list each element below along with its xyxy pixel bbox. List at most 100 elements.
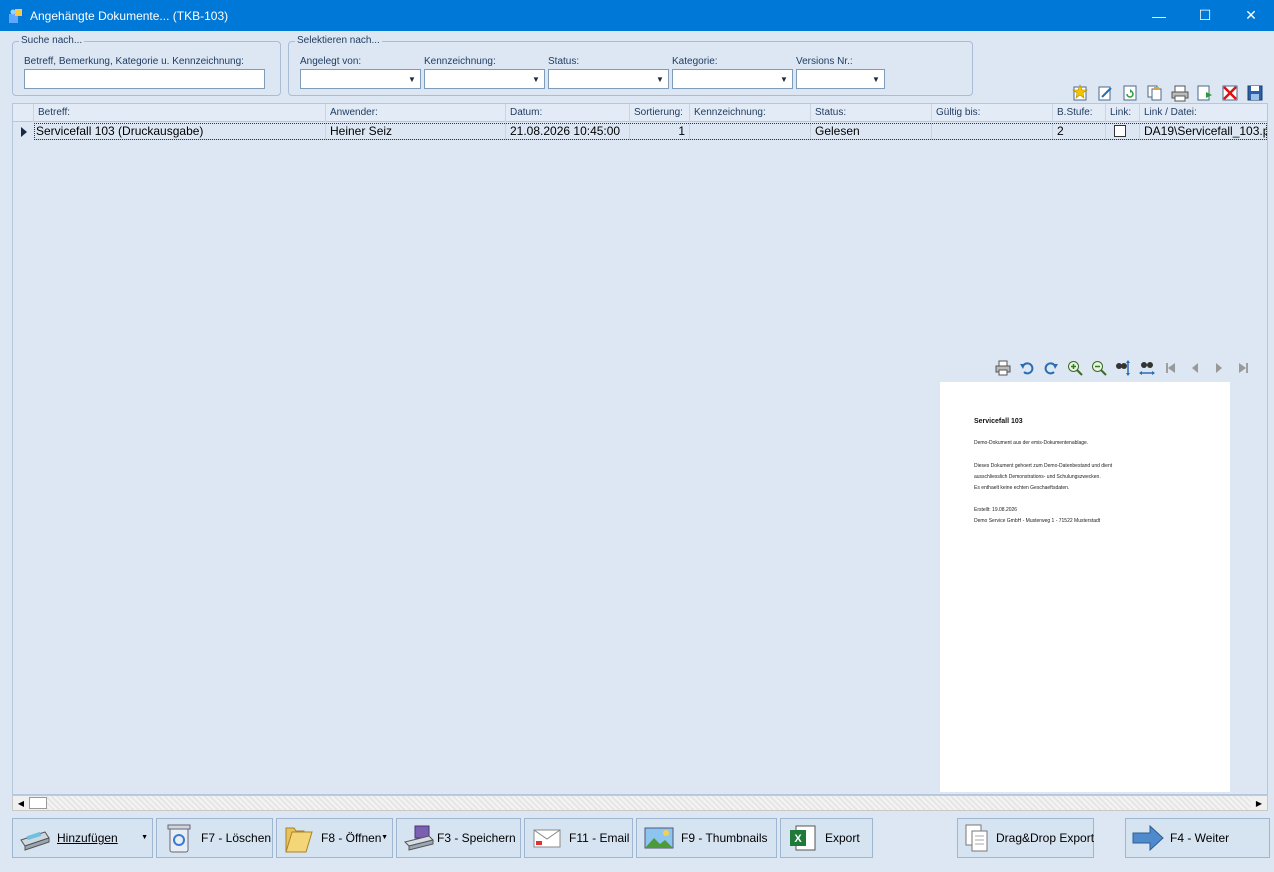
zoom-in-icon[interactable] (1064, 358, 1086, 378)
cell-datum[interactable]: 21.08.2026 10:45:00 (506, 123, 630, 140)
print-icon[interactable] (992, 358, 1014, 378)
copy-icon[interactable] (1144, 82, 1166, 104)
export-button-label: Export (825, 831, 860, 845)
svg-text:X: X (794, 833, 802, 845)
scroll-left-icon[interactable]: ◀ (13, 796, 29, 810)
document-preview[interactable]: Servicefall 103 Demo-Dokument aus der em… (940, 382, 1230, 792)
scroll-thumb[interactable] (29, 797, 47, 809)
column-header-datei[interactable]: Link / Datei: (1140, 104, 1267, 122)
export-button[interactable]: X Export (780, 818, 873, 858)
thumbnails-button[interactable]: F9 - Thumbnails (636, 818, 777, 858)
next-page-icon[interactable] (1208, 358, 1230, 378)
column-header-betreff[interactable]: Betreff: (34, 104, 326, 122)
chevron-down-icon[interactable]: ▼ (141, 834, 148, 841)
search-field-label: Betreff, Bemerkung, Kategorie u. Kennzei… (24, 56, 244, 67)
column-header-link[interactable]: Link: (1106, 104, 1140, 122)
status-combo[interactable]: ▼ (548, 69, 669, 89)
row-selected-arrow-icon (13, 123, 34, 140)
cell-link[interactable] (1106, 123, 1140, 140)
angelegt-label: Angelegt von: (300, 56, 362, 67)
envelope-icon (531, 822, 563, 854)
open-button-label: F8 - Öffnen (321, 831, 382, 845)
delete-button-label: F7 - Löschen (201, 831, 272, 845)
save-button[interactable]: F3 - Speichern (396, 818, 521, 858)
delete-icon[interactable] (1219, 82, 1241, 104)
kategorie-combo[interactable]: ▼ (672, 69, 793, 89)
add-button[interactable]: Hinzufügen ▼ (12, 818, 153, 858)
save-icon[interactable] (1244, 82, 1266, 104)
cell-status[interactable]: Gelesen (811, 123, 932, 140)
kennzeichnung-combo[interactable]: ▼ (424, 69, 545, 89)
fit-width-icon[interactable] (1136, 358, 1158, 378)
refresh-icon[interactable] (1119, 82, 1141, 104)
scanner-icon (19, 822, 51, 854)
cell-gueltig[interactable] (932, 123, 1053, 140)
preview-line: Demo Service GmbH - Musterweg 1 - 71522 … (974, 518, 1101, 524)
chevron-down-icon[interactable]: ▼ (868, 70, 884, 88)
column-header-datum[interactable]: Datum: (506, 104, 630, 122)
version-label: Versions Nr.: (796, 56, 853, 67)
chevron-down-icon[interactable]: ▼ (404, 70, 420, 88)
column-header-anwender[interactable]: Anwender: (326, 104, 506, 122)
scroll-track[interactable] (47, 796, 1251, 810)
search-group: Suche nach... Betreff, Bemerkung, Katego… (12, 35, 281, 96)
angelegt-combo[interactable]: ▼ (300, 69, 421, 89)
rotate-right-icon[interactable] (1040, 358, 1062, 378)
rotate-left-icon[interactable] (1016, 358, 1038, 378)
open-button[interactable]: F8 - Öffnen ▼ (276, 818, 393, 858)
edit-icon[interactable] (1094, 82, 1116, 104)
preview-line: Demo-Dokument aus der emis-Dokumentenabl… (974, 440, 1089, 446)
column-header-kennzeichnung[interactable]: Kennzeichnung: (690, 104, 811, 122)
documents-icon (964, 822, 990, 854)
add-button-label: Hinzufügen (57, 831, 118, 845)
previous-page-icon[interactable] (1184, 358, 1206, 378)
cell-kennzeichnung[interactable] (690, 123, 811, 140)
drag-drop-export-button[interactable]: Drag&Drop Export (957, 818, 1094, 858)
chevron-down-icon[interactable]: ▼ (776, 70, 792, 88)
search-legend: Suche nach... (19, 35, 85, 46)
link-checkbox[interactable] (1114, 125, 1126, 137)
email-button[interactable]: F11 - Email (524, 818, 633, 858)
cell-sortierung[interactable]: 1 (630, 123, 690, 140)
thumbnails-button-label: F9 - Thumbnails (681, 831, 768, 845)
cell-anwender[interactable]: Heiner Seiz (326, 123, 506, 140)
select-group: Selektieren nach... Angelegt von: ▼ Kenn… (288, 35, 973, 96)
app-icon (8, 8, 24, 24)
column-header-status[interactable]: Status: (811, 104, 932, 122)
print-icon[interactable] (1169, 82, 1191, 104)
cell-betreff[interactable]: Servicefall 103 (Druckausgabe) (34, 123, 326, 140)
last-page-icon[interactable] (1232, 358, 1254, 378)
chevron-down-icon[interactable]: ▼ (528, 70, 544, 88)
chevron-down-icon[interactable]: ▼ (381, 834, 388, 841)
first-page-icon[interactable] (1160, 358, 1182, 378)
column-header-indicator (13, 104, 34, 122)
cell-stufe[interactable]: 2 (1053, 123, 1106, 140)
search-input[interactable] (24, 69, 265, 89)
arrow-right-icon (1132, 822, 1164, 854)
new-document-icon[interactable] (1069, 82, 1091, 104)
column-header-sortierung[interactable]: Sortierung: (630, 104, 690, 122)
email-button-label: F11 - Email (569, 831, 630, 845)
export-document-icon[interactable] (1194, 82, 1216, 104)
maximize-button[interactable]: ☐ (1182, 0, 1228, 31)
chevron-down-icon[interactable]: ▼ (652, 70, 668, 88)
title-bar: Angehängte Dokumente... (TKB-103) — ☐ ✕ (0, 0, 1274, 31)
excel-icon: X (787, 822, 819, 854)
window-title: Angehängte Dokumente... (TKB-103) (30, 8, 229, 23)
version-combo[interactable]: ▼ (796, 69, 885, 89)
column-header-stufe[interactable]: B.Stufe: (1053, 104, 1106, 122)
drive-icon (403, 822, 435, 854)
minimize-button[interactable]: — (1136, 0, 1182, 31)
horizontal-scrollbar[interactable]: ◀ ▶ (12, 795, 1268, 811)
next-button-label: F4 - Weiter (1170, 831, 1230, 845)
fit-height-icon[interactable] (1112, 358, 1134, 378)
table-row[interactable]: Servicefall 103 (Druckausgabe) Heiner Se… (13, 123, 1267, 140)
folder-icon (283, 822, 315, 854)
column-header-gueltig[interactable]: Gültig bis: (932, 104, 1053, 122)
zoom-out-icon[interactable] (1088, 358, 1110, 378)
close-button[interactable]: ✕ (1228, 0, 1274, 31)
scroll-right-icon[interactable]: ▶ (1251, 796, 1267, 810)
cell-datei[interactable]: DA19\Servicefall_103.pdf (1140, 123, 1267, 140)
delete-button[interactable]: F7 - Löschen (156, 818, 273, 858)
next-button[interactable]: F4 - Weiter (1125, 818, 1270, 858)
